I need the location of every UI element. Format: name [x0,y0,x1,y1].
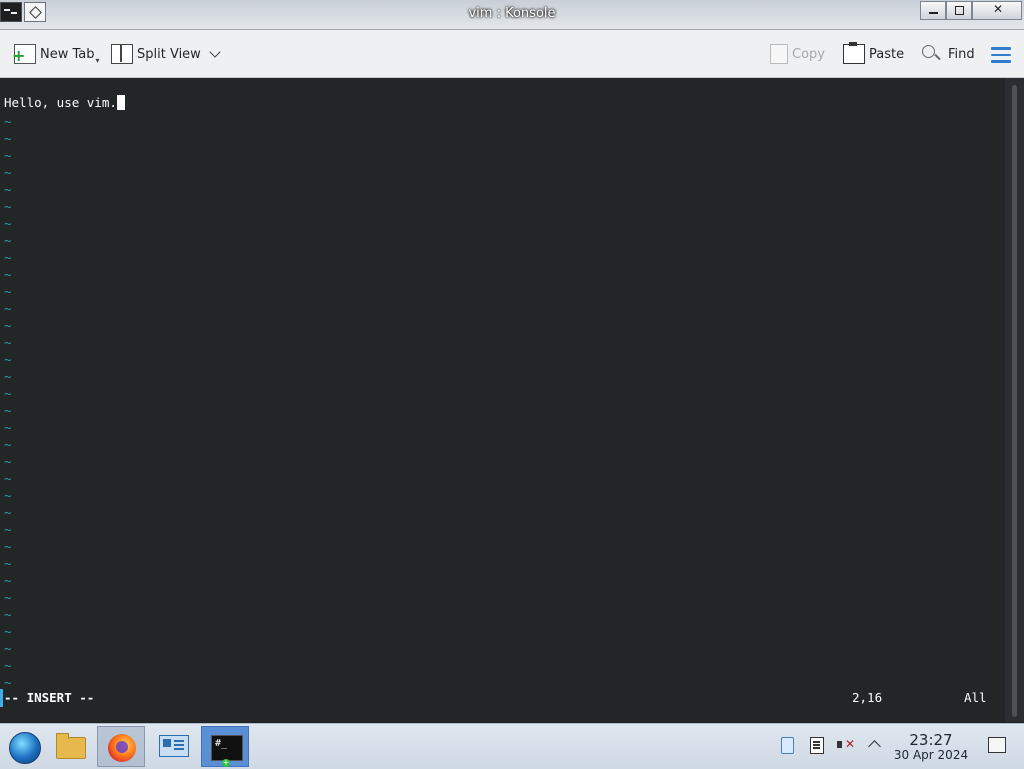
search-icon [922,45,940,63]
window-title: vim : Konsole [468,6,556,21]
copy-button[interactable]: Copy [770,42,825,66]
paste-label: Paste [869,46,905,62]
taskbar: + 23:27 30 Apr 2024 [0,723,1024,769]
chevron-up-icon[interactable] [866,736,884,754]
tilde-marker: ~ [4,369,12,384]
clock-date: 30 Apr 2024 [893,748,969,762]
tilde-marker: ~ [4,267,12,282]
firefox-task[interactable] [97,726,145,767]
cursor-position: 2,16 [852,690,883,705]
close-button[interactable] [972,1,1022,20]
tilde-marker: ~ [4,131,12,146]
line-marker [0,689,3,707]
tilde-marker: ~ [4,165,12,180]
tilde-marker: ~ [4,182,12,197]
hamburger-menu-icon[interactable] [991,47,1011,63]
text-cursor [116,95,125,110]
file-manager-task[interactable] [46,726,94,767]
notes-icon[interactable] [808,736,826,754]
tilde-marker: ~ [4,284,12,299]
split-view-label: Split View [137,46,201,62]
new-tab-dropdown-icon[interactable]: ▾ [96,56,100,65]
tilde-marker: ~ [4,403,12,418]
volume-muted-icon[interactable] [836,736,855,754]
tilde-marker: ~ [4,488,12,503]
tilde-marker: ~ [4,114,12,129]
start-menu-button[interactable] [2,726,50,767]
tilde-marker: ~ [4,216,12,231]
terminal-scrollbar[interactable] [1005,78,1024,722]
find-button[interactable]: Find [922,42,975,66]
tilde-marker: ~ [4,675,12,690]
badge-plus-icon: + [222,758,230,767]
clock-time: 23:27 [909,731,953,749]
tilde-marker: ~ [4,250,12,265]
tilde-marker: ~ [4,471,12,486]
window-titlebar[interactable]: vim : Konsole [0,0,1024,30]
tilde-marker: ~ [4,556,12,571]
folder-icon [56,733,86,759]
vim-mode-indicator: -- INSERT -- [4,690,95,705]
copy-label: Copy [792,46,825,62]
konsole-toolbar: New Tab ▾ Split View Copy Paste Find [0,30,1024,78]
tilde-marker: ~ [4,233,12,248]
tilde-marker: ~ [4,335,12,350]
split-view-icon [111,44,133,64]
tilde-marker: ~ [4,352,12,367]
show-desktop-icon[interactable] [988,737,1006,753]
terminal-view[interactable]: Hello, use vim. ~ ~ ~ ~ ~ ~ ~ ~ ~ ~ ~ ~ ~ ~ ~ ~ ~ ~ ~ ~ ~ ~ ~ ~… [0,78,1005,722]
system-settings-task[interactable] [149,726,197,767]
tilde-marker: ~ [4,199,12,214]
tilde-marker: ~ [4,658,12,673]
tilde-marker: ~ [4,539,12,554]
buffer-text: Hello, use vim. [4,95,117,110]
buffer-line: Hello, use vim. [4,95,125,110]
tilde-marker: ~ [4,607,12,622]
tilde-marker: ~ [4,590,12,605]
tilde-marker: ~ [4,386,12,401]
firefox-icon [108,734,136,762]
tilde-marker: ~ [4,624,12,639]
new-tab-label: New Tab [40,46,95,62]
tilde-marker: ~ [4,505,12,520]
scroll-position: All [964,690,987,705]
paste-button[interactable]: Paste [843,42,904,66]
paste-icon [843,42,865,64]
new-tab-icon [12,44,36,64]
tilde-marker: ~ [4,148,12,163]
find-label: Find [948,46,975,62]
minimize-button[interactable] [920,1,946,20]
maximize-button[interactable] [946,1,972,20]
tilde-marker: ~ [4,522,12,537]
scrollbar-thumb[interactable] [1012,85,1017,717]
konsole-task[interactable]: + [201,726,249,767]
tilde-marker: ~ [4,437,12,452]
split-view-button[interactable]: Split View [111,42,221,66]
system-settings-icon [159,735,189,757]
clipboard-icon[interactable] [778,736,796,754]
tilde-marker: ~ [4,318,12,333]
chevron-down-icon[interactable] [209,45,221,58]
start-orb-icon [9,732,41,764]
new-tab-button[interactable]: New Tab ▾ [12,42,100,66]
clock[interactable]: 23:27 30 Apr 2024 [888,732,974,762]
tilde-marker: ~ [4,420,12,435]
tilde-marker: ~ [4,641,12,656]
tilde-marker: ~ [4,573,12,588]
tilde-marker: ~ [4,301,12,316]
copy-icon [770,44,788,64]
tilde-marker: ~ [4,454,12,469]
